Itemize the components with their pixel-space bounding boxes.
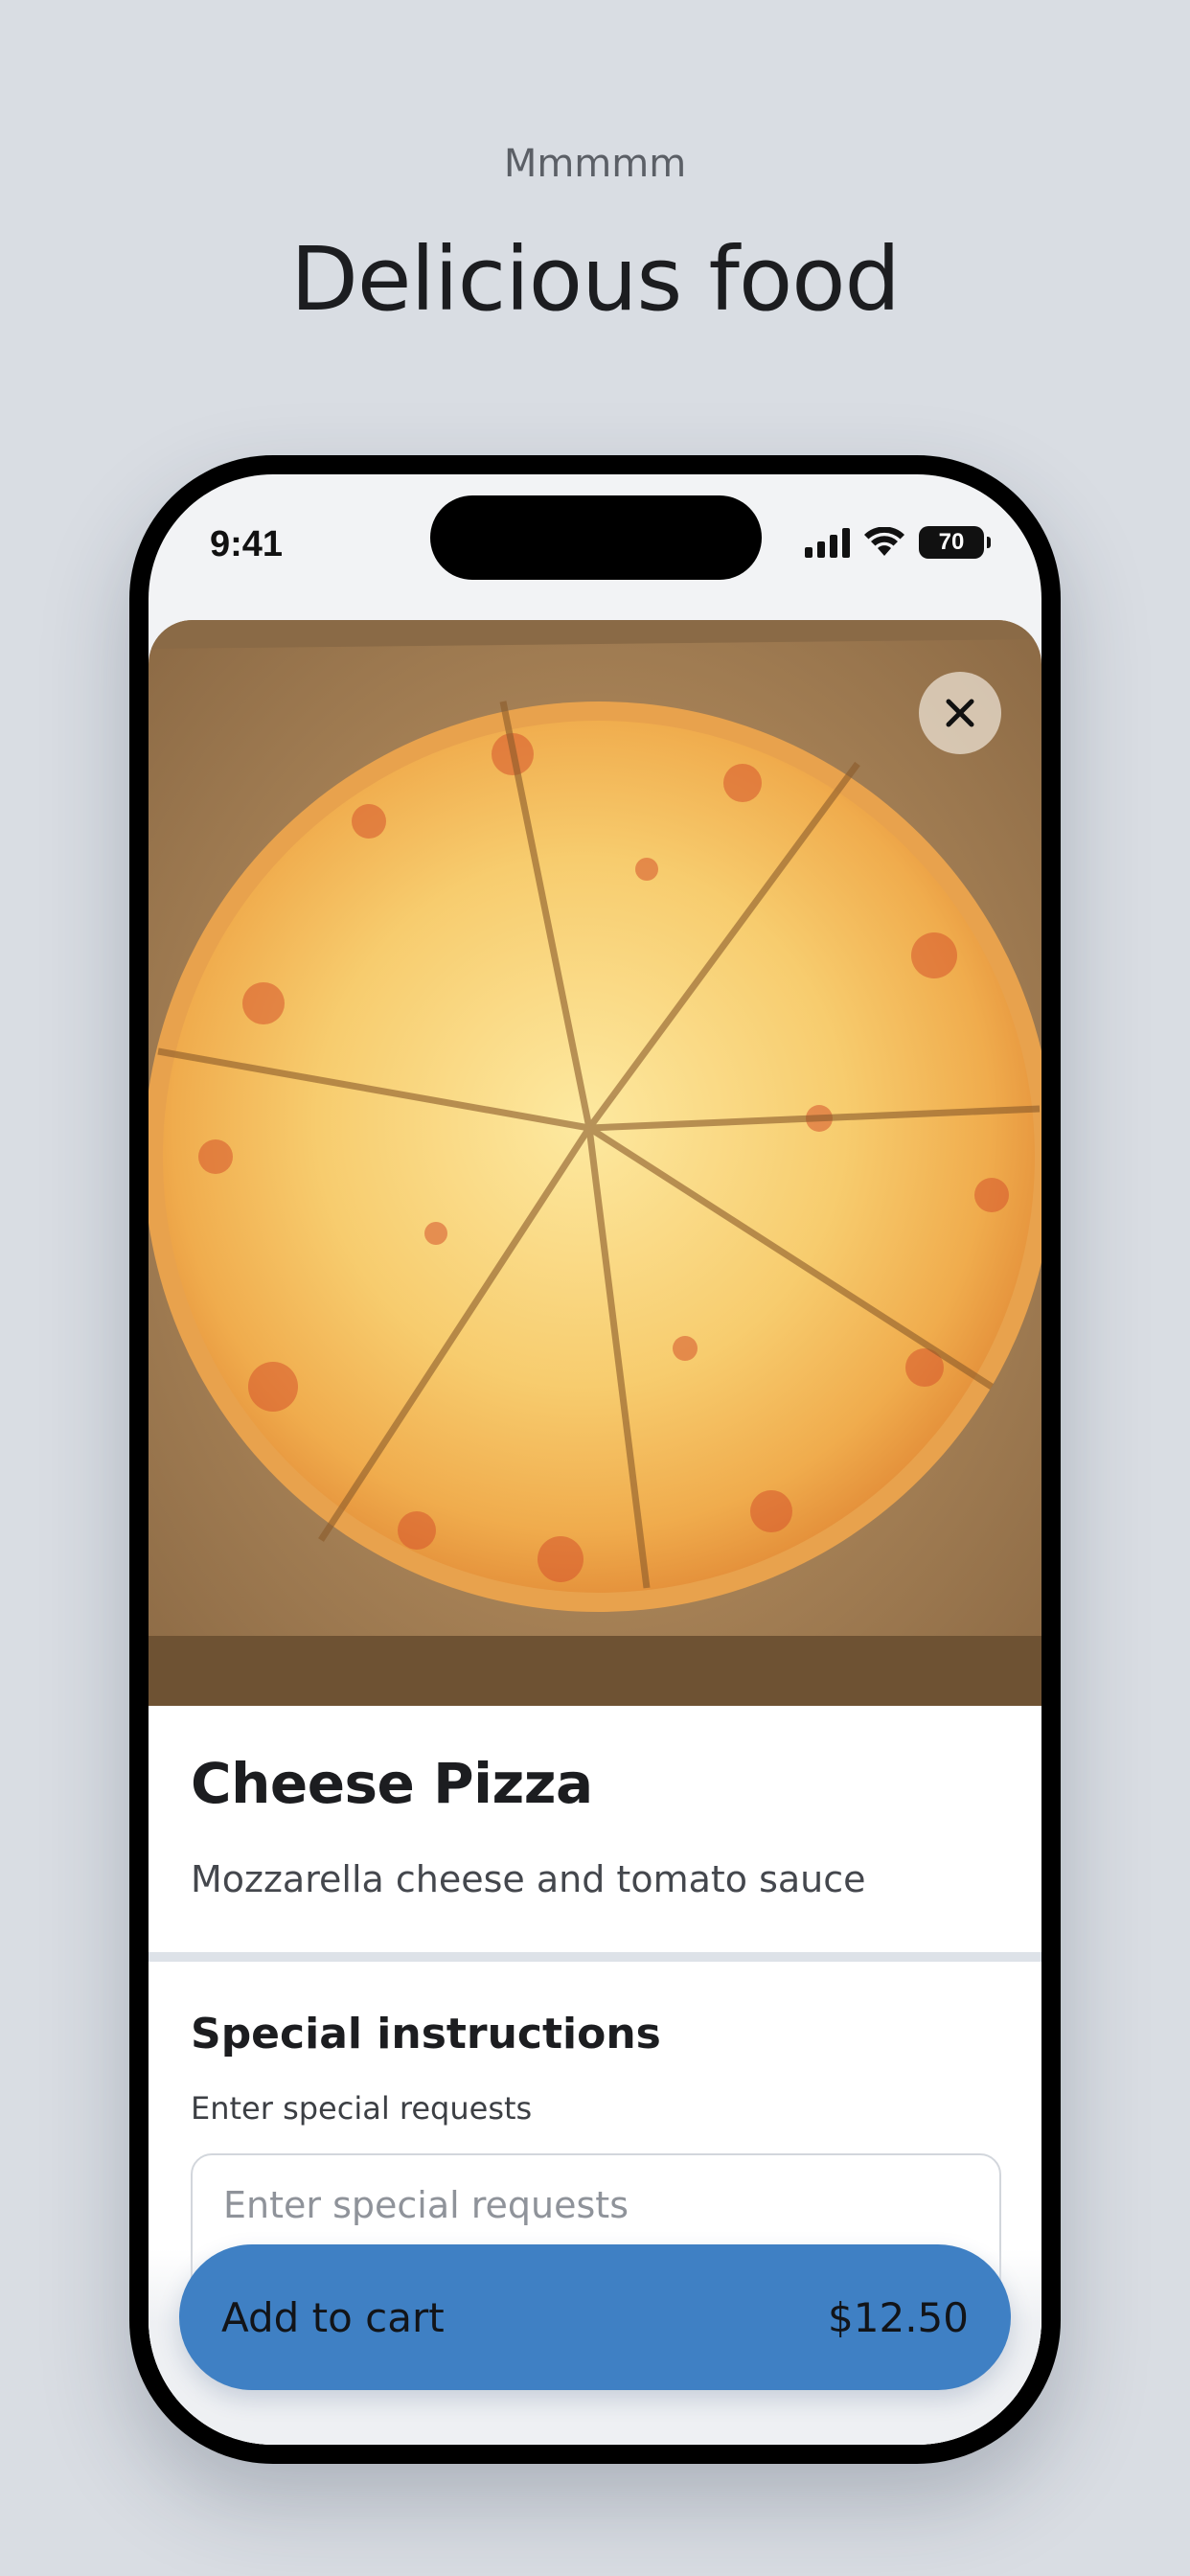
battery-icon: 70 [919, 526, 991, 559]
signal-icon [805, 527, 850, 558]
phone-frame: 9:41 70 Cheese Pizza Mozzarella cheese a… [129, 455, 1061, 2464]
status-icons: 70 [805, 526, 991, 559]
add-to-cart-button[interactable]: Add to cart $12.50 [179, 2244, 1011, 2390]
status-bar: 9:41 70 [149, 474, 1041, 628]
phone-screen: 9:41 70 Cheese Pizza Mozzarella cheese a… [149, 474, 1041, 2445]
special-instructions-title: Special instructions [191, 2010, 661, 2058]
cart-price: $12.50 [828, 2293, 969, 2341]
close-icon [946, 699, 974, 727]
page: Mmmmm Delicious food 9:41 70 Cheese Pizz… [0, 0, 1190, 2576]
item-description: Mozzarella cheese and tomato sauce [191, 1858, 866, 1900]
special-requests-label: Enter special requests [191, 2090, 533, 2127]
eyebrow-text: Mmmmm [503, 142, 687, 186]
dynamic-island [430, 495, 762, 580]
section-divider [149, 1952, 1041, 1962]
add-to-cart-label: Add to cart [221, 2293, 445, 2341]
item-name: Cheese Pizza [191, 1751, 593, 1816]
wifi-icon [864, 527, 904, 556]
status-time: 9:41 [210, 524, 284, 564]
pizza-photo [149, 620, 1041, 1706]
page-headline: Delicious food [290, 228, 901, 331]
item-detail-sheet: Cheese Pizza Mozzarella cheese and tomat… [149, 620, 1041, 2445]
close-button[interactable] [919, 672, 1001, 754]
